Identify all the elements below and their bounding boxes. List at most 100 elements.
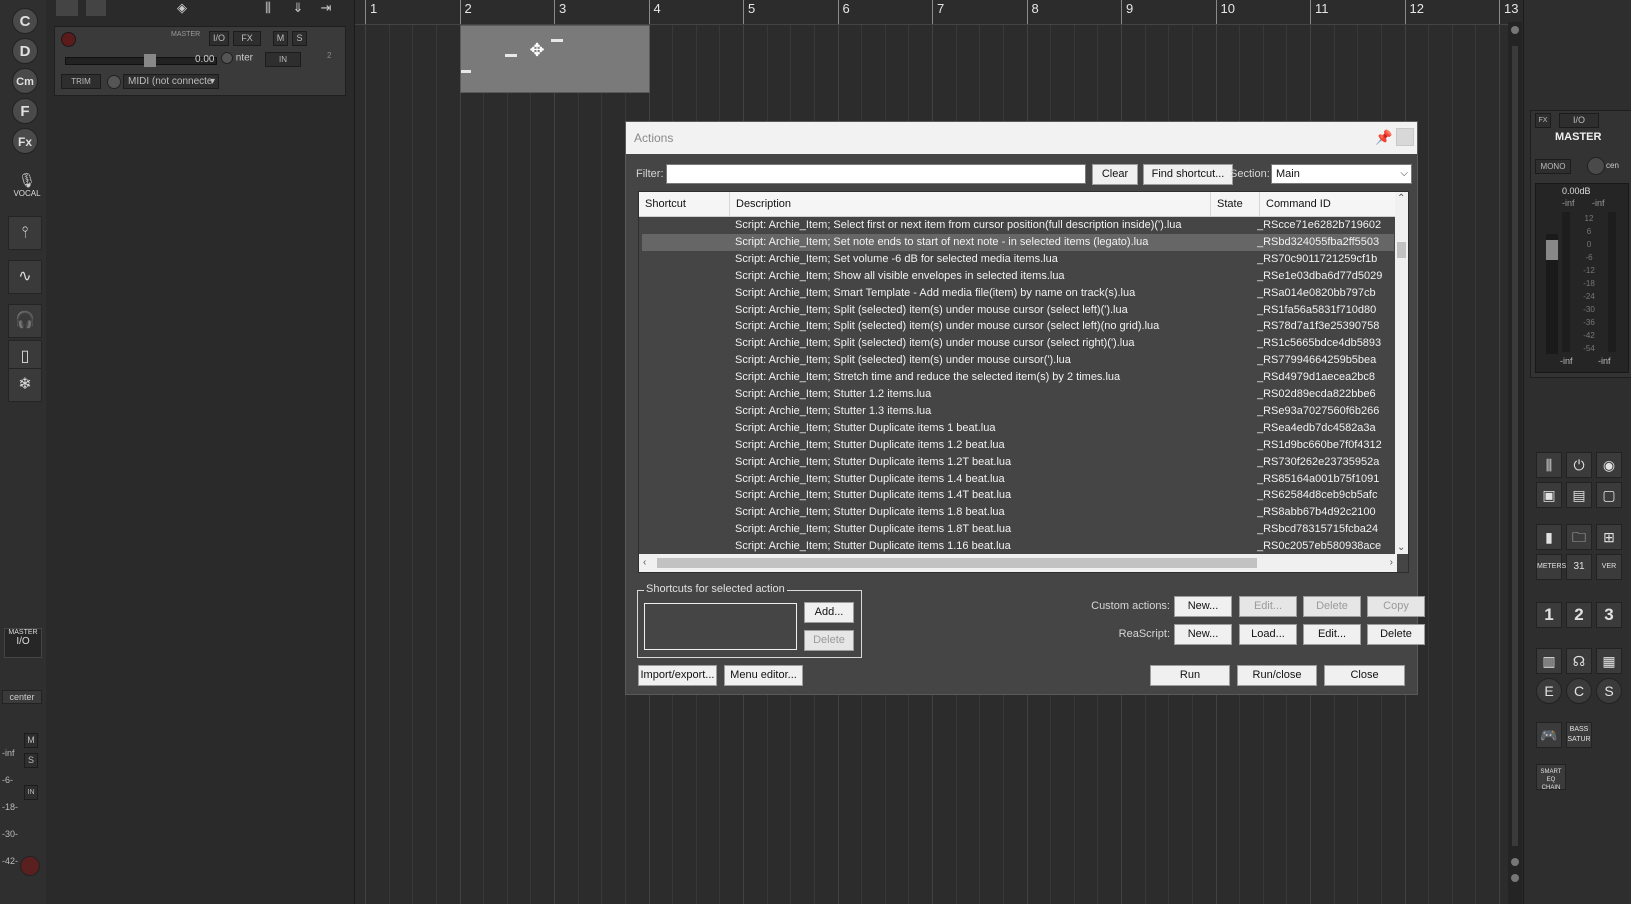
disk-icon[interactable]	[86, 0, 106, 16]
ruler-mark[interactable]: 1	[365, 0, 377, 24]
item-handle[interactable]	[505, 54, 517, 57]
ruler-mark[interactable]: 10	[1215, 0, 1235, 24]
meters-button[interactable]: METERS	[1536, 554, 1566, 580]
track-header[interactable]: MASTER I/O FX M S 0.00 nter IN TRIM MIDI…	[54, 26, 346, 96]
ruler-mark[interactable]: 9	[1121, 0, 1133, 24]
io-window-icon[interactable]: ▣	[1536, 482, 1562, 508]
record-arm-icon[interactable]	[20, 856, 40, 876]
screenset-3-button[interactable]: 3	[1596, 602, 1622, 628]
left-mute-button[interactable]: M	[24, 733, 38, 748]
master-meter[interactable]: 0.00dB -inf -inf 12 6 0 -6 -12 -18 -24 -…	[1535, 183, 1629, 373]
ruler-mark[interactable]: 13	[1499, 0, 1518, 24]
waveform-icon[interactable]: ∿	[8, 260, 42, 294]
item-fade-handle[interactable]	[461, 70, 471, 73]
pan-knob[interactable]: nter	[221, 52, 261, 67]
fx-f-button[interactable]: F	[12, 98, 38, 124]
action-row[interactable]: Script: Archie_Item; Select first or nex…	[642, 217, 1394, 234]
list-horizontal-scrollbar[interactable]: ‹ ›	[639, 554, 1397, 572]
list-vertical-scrollbar[interactable]: ⌃ ⌄	[1395, 192, 1408, 554]
calendar-icon[interactable]: 31	[1566, 554, 1592, 580]
envelope-icon[interactable]	[56, 0, 78, 16]
run-button[interactable]: Run	[1150, 665, 1230, 686]
folder-tree-icon[interactable]: ⊞	[1596, 524, 1622, 550]
clear-button[interactable]: Clear	[1092, 164, 1138, 185]
zoom-in-icon[interactable]	[1511, 874, 1519, 882]
smart-eq-chain-button[interactable]: SMART EQ CHAIN	[1536, 764, 1566, 791]
master-track-strip[interactable]: FX I/O MASTER MONO cen 0.00dB -inf -inf …	[1530, 110, 1631, 378]
record-arm-icon[interactable]	[61, 32, 76, 47]
action-row[interactable]: Script: Archie_Item; Split (selected) it…	[642, 352, 1394, 369]
action-row[interactable]: Script: Archie_Item; Show all visible en…	[642, 268, 1394, 285]
spectrogram-icon[interactable]: ▦	[1596, 648, 1622, 674]
track-mute-button[interactable]: M	[273, 31, 288, 46]
column-command-id[interactable]: Command ID	[1260, 192, 1397, 216]
item-handle[interactable]	[551, 39, 563, 42]
e-button[interactable]: E	[1536, 678, 1562, 704]
ruler-mark[interactable]: 8	[1026, 0, 1039, 24]
custom-new-button[interactable]: New...	[1174, 596, 1232, 617]
action-row[interactable]: Script: Archie_Item; Split (selected) it…	[642, 335, 1394, 352]
fx-cm-button[interactable]: Cm	[12, 68, 38, 94]
ruler-mark[interactable]: 7	[932, 0, 944, 24]
custom-delete-button[interactable]: Delete	[1303, 596, 1361, 617]
action-row[interactable]: Script: Archie_Item; Stutter Duplicate i…	[642, 504, 1394, 521]
action-row[interactable]: Script: Archie_Item; Stutter 1.3 items.l…	[642, 403, 1394, 420]
ruler-mark[interactable]: 12	[1404, 0, 1424, 24]
reascript-load-button[interactable]: Load...	[1239, 624, 1297, 645]
version-button[interactable]: VER	[1596, 554, 1622, 580]
vocal-preset[interactable]: 🎙 VOCAL	[10, 172, 44, 198]
scroll-up-icon[interactable]: ⌃	[1397, 193, 1405, 204]
action-row[interactable]: Script: Archie_Item; Stutter Duplicate i…	[642, 454, 1394, 471]
grid-window-icon[interactable]: ▤	[1566, 482, 1592, 508]
volume-slider-thumb[interactable]	[144, 54, 156, 67]
action-row[interactable]: Script: Archie_Item; Split (selected) it…	[642, 318, 1394, 335]
action-row[interactable]: Script: Archie_Item; Stutter Duplicate i…	[642, 538, 1394, 555]
record-mode-icon[interactable]	[107, 75, 121, 89]
scroll-up-icon[interactable]	[1511, 26, 1519, 34]
scroll-right-icon[interactable]: ›	[1390, 557, 1393, 568]
mono-button[interactable]: MONO	[1535, 159, 1571, 174]
section-select[interactable]: Main ⌵	[1271, 164, 1412, 184]
scroll-down-icon[interactable]: ⌄	[1397, 542, 1405, 553]
column-shortcut[interactable]: Shortcut	[639, 192, 730, 216]
ruler-mark[interactable]: 4	[648, 0, 661, 24]
folder-icon[interactable]: 🗀	[1566, 524, 1592, 550]
reascript-edit-button[interactable]: Edit...	[1303, 624, 1361, 645]
action-row[interactable]: Script: Archie_Item; Stutter Duplicate i…	[642, 521, 1394, 538]
bass-saturator-button[interactable]: BASS SATUR	[1566, 722, 1592, 748]
pan-knob-icon[interactable]	[1587, 157, 1605, 175]
trim-button[interactable]: TRIM	[61, 74, 101, 89]
custom-copy-button[interactable]: Copy	[1367, 596, 1425, 617]
custom-edit-button[interactable]: Edit...	[1239, 596, 1297, 617]
c-button[interactable]: C	[1566, 678, 1592, 704]
master-fx-button[interactable]: FX	[1535, 113, 1551, 128]
download-icon[interactable]: ⇓	[288, 0, 308, 16]
reascript-new-button[interactable]: New...	[1174, 624, 1232, 645]
track-name-label[interactable]: MASTER	[171, 31, 200, 38]
gamepad-icon[interactable]: 🎮	[1536, 722, 1562, 748]
action-row[interactable]: Script: Archie_Item; Stutter Duplicate i…	[642, 437, 1394, 454]
fx-c-button[interactable]: C	[12, 8, 38, 34]
track-solo-button[interactable]: S	[292, 31, 307, 46]
mixer-icon[interactable]: ⫼	[258, 0, 278, 16]
filter-input[interactable]	[666, 164, 1086, 184]
action-row[interactable]: Script: Archie_Item; Stutter 1.2 items.l…	[642, 386, 1394, 403]
column-state[interactable]: State	[1211, 192, 1260, 216]
ruler-mark[interactable]: 2	[459, 0, 472, 24]
scroll-left-icon[interactable]: ‹	[643, 557, 646, 568]
media-item[interactable]: ✥	[460, 25, 650, 93]
screenset-2-button[interactable]: 2	[1566, 602, 1592, 628]
scrollbar-thumb[interactable]	[1397, 242, 1406, 258]
headphones-icon[interactable]: 🎧	[8, 304, 42, 338]
action-row[interactable]: Script: Archie_Item; Set note ends to st…	[642, 233, 1394, 251]
shield-icon[interactable]: ◈	[172, 0, 192, 16]
scrollbar-track[interactable]	[1512, 46, 1518, 846]
action-list[interactable]: Shortcut Description State Command ID ⌃ …	[638, 191, 1409, 573]
spectrum-icon[interactable]: ▥	[1536, 648, 1562, 674]
input-monitor-button[interactable]: IN	[265, 52, 301, 67]
left-solo-button[interactable]: S	[24, 753, 38, 768]
action-row[interactable]: Script: Archie_Item; Stutter Duplicate i…	[642, 420, 1394, 437]
master-io-mini[interactable]: MASTER I/O	[4, 628, 42, 658]
track-io-button[interactable]: I/O	[209, 31, 229, 46]
fx-fx-button[interactable]: Fx	[12, 128, 38, 154]
